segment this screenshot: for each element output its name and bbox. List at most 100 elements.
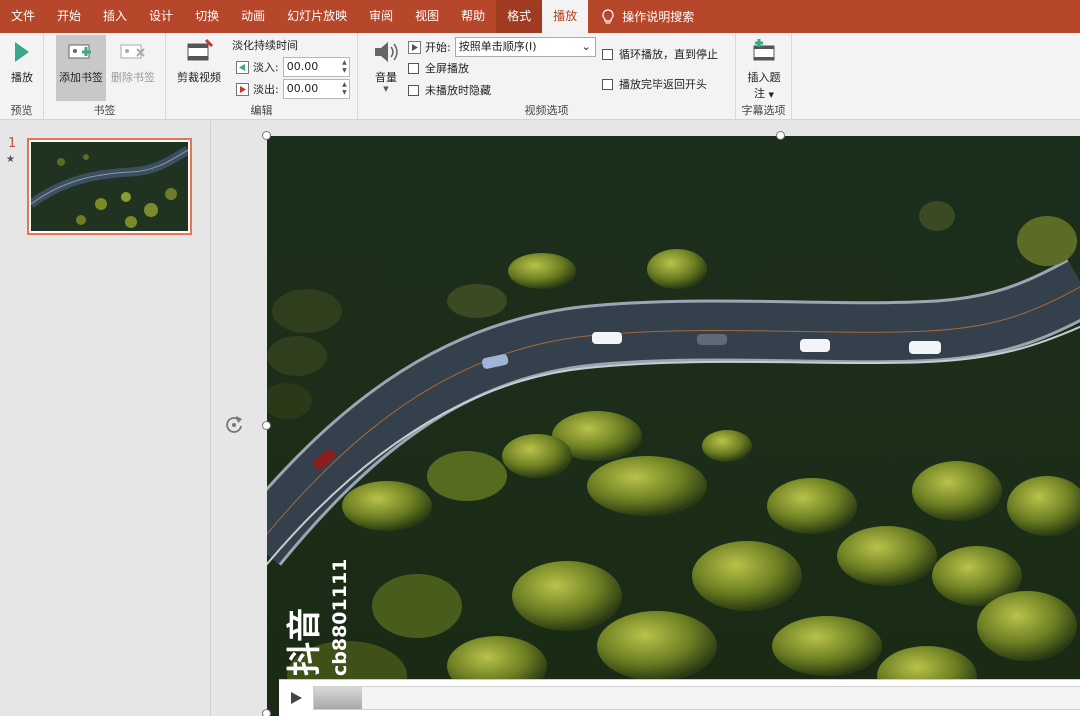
resize-handle-bottom-left[interactable] xyxy=(262,709,271,716)
volume-button[interactable]: 音量 ▼ xyxy=(370,35,402,93)
watermark-app-name: 抖音 xyxy=(285,608,325,676)
insert-captions-label-2: 注 ▼ xyxy=(754,85,774,101)
fade-duration-title: 淡化持续时间 xyxy=(232,39,298,52)
group-preview: 播放 预览 xyxy=(0,33,44,120)
ribbon: 播放 预览 添加书签 删除书签 书签 剪裁视频 淡化持续时间 淡入: 00.00… xyxy=(0,33,1080,120)
trim-video-icon xyxy=(187,38,214,61)
tab-help[interactable]: 帮助 xyxy=(450,0,496,33)
group-label-captions: 字幕选项 xyxy=(741,104,786,117)
tell-me-search[interactable]: 操作说明搜索 xyxy=(588,8,694,25)
slide-thumbnail[interactable] xyxy=(27,138,192,235)
checkbox-box xyxy=(602,78,613,90)
add-bookmark-label: 添加书签 xyxy=(59,71,103,84)
animation-star-icon: ★ xyxy=(6,154,15,165)
fade-in-input[interactable]: 00.00 ▲ ▼ xyxy=(282,57,350,77)
play-label: 播放 xyxy=(11,71,33,84)
group-editing: 剪裁视频 淡化持续时间 淡入: 00.00 ▲ ▼ 淡出: 00.00 ▲ ▼ 编辑 xyxy=(166,33,358,120)
add-bookmark-button[interactable]: 添加书签 xyxy=(56,35,106,101)
lightbulb-icon xyxy=(602,8,614,24)
trim-video-label: 剪裁视频 xyxy=(177,71,221,84)
slide-number: 1 xyxy=(8,136,17,151)
checkbox-box xyxy=(408,62,419,74)
tab-insert[interactable]: 插入 xyxy=(92,0,138,33)
tab-review[interactable]: 审阅 xyxy=(358,0,404,33)
play-icon xyxy=(15,42,29,62)
group-label-preview: 预览 xyxy=(10,104,33,117)
remove-bookmark-icon xyxy=(120,44,145,59)
group-label-video-options: 视频选项 xyxy=(524,104,569,117)
tab-transitions[interactable]: 切换 xyxy=(184,0,230,33)
group-caption-options: 插入题 注 ▼ 字幕选项 xyxy=(736,33,792,120)
fade-out-icon xyxy=(236,82,249,96)
volume-label: 音量 xyxy=(375,71,397,84)
video-play-button[interactable] xyxy=(279,683,313,713)
start-value: 按照单击顺序(I) xyxy=(458,40,537,53)
fade-in-icon xyxy=(236,60,249,74)
video-progress-fill xyxy=(314,687,362,709)
spin-arrows-icon[interactable]: ▲ ▼ xyxy=(342,59,347,75)
tab-design[interactable]: 设计 xyxy=(138,0,184,33)
loop-label: 循环播放，直到停止 xyxy=(619,48,718,61)
slide-canvas: 抖音 cb8801111 xyxy=(212,121,1080,716)
speaker-icon xyxy=(375,42,398,62)
start-trigger-icon xyxy=(408,40,421,54)
hide-not-playing-label: 未播放时隐藏 xyxy=(425,84,491,97)
tab-playback[interactable]: 播放 xyxy=(542,0,589,33)
group-video-options: 音量 ▼ 开始: 按照单击顺序(I) ⌄ 全屏播放 未播放时隐藏 循环播放，直到停… xyxy=(358,33,736,120)
group-label-editing: 编辑 xyxy=(250,104,273,117)
video-progress-bar[interactable] xyxy=(313,686,1080,710)
loop-checkbox[interactable]: 循环播放，直到停止 xyxy=(602,46,718,62)
watermark-user-id: cb8801111 xyxy=(329,558,351,676)
checkbox-box xyxy=(602,48,613,60)
tab-slideshow[interactable]: 幻灯片放映 xyxy=(276,0,358,33)
tab-home[interactable]: 开始 xyxy=(46,0,92,33)
chevron-down-icon: ▼ xyxy=(383,85,389,93)
start-select[interactable]: 按照单击顺序(I) ⌄ xyxy=(454,37,596,57)
fullscreen-checkbox[interactable]: 全屏播放 xyxy=(408,60,469,76)
tab-animations[interactable]: 动画 xyxy=(230,0,276,33)
remove-bookmark-label: 删除书签 xyxy=(111,71,155,84)
rewind-checkbox[interactable]: 播放完毕返回开头 xyxy=(602,76,707,92)
tab-view[interactable]: 视图 xyxy=(404,0,450,33)
fullscreen-label: 全屏播放 xyxy=(425,62,469,75)
fade-in-label: 淡入: xyxy=(253,61,279,74)
rotate-handle-icon[interactable] xyxy=(223,414,245,436)
resize-handle-top[interactable] xyxy=(776,131,785,140)
resize-handle-left[interactable] xyxy=(262,421,271,430)
slide-thumbnail-pane: 1 ★ xyxy=(0,121,211,716)
menu-bar: 文件 开始 插入 设计 切换 动画 幻灯片放映 审阅 视图 帮助 格式 播放 操… xyxy=(0,0,1080,33)
start-row: 开始: 按照单击顺序(I) ⌄ xyxy=(408,37,596,57)
fade-out-row: 淡出: 00.00 ▲ ▼ xyxy=(236,79,350,99)
add-bookmark-icon xyxy=(68,44,91,59)
chevron-down-icon: ▼ xyxy=(768,91,774,99)
rewind-label: 播放完毕返回开头 xyxy=(619,78,707,91)
resize-handle-top-left[interactable] xyxy=(262,131,271,140)
chevron-down-icon: ⌄ xyxy=(581,40,591,53)
play-icon xyxy=(291,692,302,704)
group-label-bookmarks: 书签 xyxy=(93,104,116,117)
insert-captions-label-line2: 注 xyxy=(754,87,766,100)
fade-out-input[interactable]: 00.00 ▲ ▼ xyxy=(282,79,350,99)
spin-arrows-icon[interactable]: ▲ ▼ xyxy=(342,81,347,97)
play-button[interactable]: 播放 xyxy=(4,35,40,85)
fade-out-label: 淡出: xyxy=(253,83,279,96)
insert-captions-icon xyxy=(753,39,775,61)
insert-captions-button[interactable]: 插入题 注 ▼ xyxy=(742,35,786,101)
tell-me-label: 操作说明搜索 xyxy=(622,10,695,24)
tab-format[interactable]: 格式 xyxy=(496,0,543,33)
video-frame[interactable]: 抖音 cb8801111 xyxy=(267,136,1080,716)
checkbox-box xyxy=(408,84,419,96)
fade-in-value: 00.00 xyxy=(286,60,319,73)
start-label: 开始: xyxy=(425,41,451,54)
tab-file[interactable]: 文件 xyxy=(0,0,46,33)
group-bookmarks: 添加书签 删除书签 书签 xyxy=(44,33,166,120)
remove-bookmark-button[interactable]: 删除书签 xyxy=(108,35,158,85)
hide-not-playing-checkbox[interactable]: 未播放时隐藏 xyxy=(408,82,491,98)
fade-out-value: 00.00 xyxy=(286,82,319,95)
trim-video-button[interactable]: 剪裁视频 xyxy=(172,35,226,85)
video-control-bar xyxy=(279,679,1080,716)
fade-in-row: 淡入: 00.00 ▲ ▼ xyxy=(236,57,350,77)
video-scene xyxy=(267,136,1080,716)
slide-thumbnail-image xyxy=(28,142,191,231)
insert-captions-label: 插入题 xyxy=(747,71,781,84)
